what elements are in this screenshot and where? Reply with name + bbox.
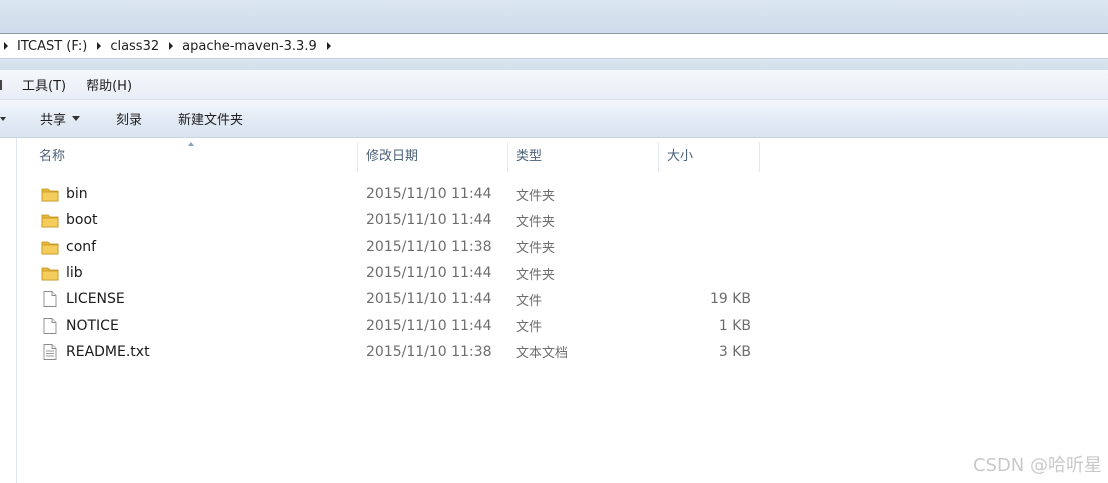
- file-date: 2015/11/10 11:44: [366, 317, 492, 334]
- column-header: 名称 修改日期 类型 大小: [17, 142, 1108, 172]
- column-type-label: 类型: [516, 149, 543, 164]
- file-type: 文件: [516, 293, 543, 309]
- new-folder-button[interactable]: 新建文件夹: [178, 109, 243, 128]
- file-name: NOTICE: [66, 317, 119, 334]
- file-date: 2015/11/10 11:44: [366, 265, 492, 282]
- file-icon: [41, 317, 59, 335]
- sort-ascending-icon: [188, 142, 194, 146]
- column-type[interactable]: 类型: [508, 142, 659, 172]
- menu-edge-marker: [0, 79, 2, 90]
- watermark: CSDN @哈听星: [972, 455, 1102, 476]
- file-row[interactable]: conf 2015/11/10 11:38 文件夹: [17, 234, 777, 260]
- file-list: bin 2015/11/10 11:44 文件夹 boot 2015/11/10 11:…: [17, 181, 777, 365]
- file-name-cell[interactable]: boot: [17, 211, 358, 229]
- command-bar: 共享 刻录 新建文件夹: [0, 100, 1108, 138]
- file-type: 文件夹: [516, 267, 556, 283]
- file-size: 3 KB: [718, 343, 751, 360]
- file-name: lib: [66, 265, 83, 282]
- column-size-label: 大小: [667, 149, 694, 164]
- file-name-cell[interactable]: bin: [17, 185, 358, 203]
- file-name-cell[interactable]: lib: [17, 264, 358, 282]
- menu-tools[interactable]: 工具(T): [22, 75, 66, 94]
- file-size: 19 KB: [709, 291, 751, 308]
- breadcrumb-current-folder[interactable]: apache-maven-3.3.9: [182, 39, 317, 54]
- file-row[interactable]: README.txt 2015/11/10 11:38 文本文档 3 KB: [17, 339, 777, 365]
- file-icon: [41, 290, 59, 308]
- breadcrumb-root-arrow-icon[interactable]: [4, 42, 8, 50]
- menu-help[interactable]: 帮助(H): [86, 75, 132, 94]
- share-button-label: 共享: [40, 113, 67, 128]
- file-name-cell[interactable]: conf: [17, 238, 358, 256]
- breadcrumb-chevron-icon[interactable]: [97, 42, 102, 50]
- file-size: 1 KB: [718, 317, 751, 334]
- breadcrumb-chevron-icon[interactable]: [169, 42, 174, 50]
- chevron-down-icon: [72, 116, 81, 121]
- file-type: 文件: [516, 320, 543, 336]
- folder-icon: [41, 185, 59, 203]
- menu-bar: 工具(T) 帮助(H): [0, 70, 1108, 100]
- file-row[interactable]: LICENSE 2015/11/10 11:44 文件 19 KB: [17, 286, 777, 312]
- file-name: boot: [66, 212, 98, 229]
- file-name-cell[interactable]: README.txt: [17, 343, 358, 361]
- window-title-strip: [0, 0, 1108, 33]
- file-row[interactable]: lib 2015/11/10 11:44 文件夹: [17, 260, 777, 286]
- address-bar[interactable]: ITCAST (F:) class32 apache-maven-3.3.9: [0, 33, 1108, 59]
- file-date: 2015/11/10 11:38: [366, 238, 492, 255]
- burn-button[interactable]: 刻录: [116, 109, 142, 128]
- file-date: 2015/11/10 11:44: [366, 186, 492, 203]
- file-name: bin: [66, 186, 88, 203]
- share-button[interactable]: 共享: [40, 109, 81, 128]
- file-name-cell[interactable]: NOTICE: [17, 317, 358, 335]
- file-name: README.txt: [66, 343, 150, 360]
- file-date: 2015/11/10 11:44: [366, 212, 492, 229]
- breadcrumb-class32[interactable]: class32: [110, 39, 159, 54]
- file-type: 文件夹: [516, 188, 556, 204]
- breadcrumb-drive[interactable]: ITCAST (F:): [17, 39, 87, 54]
- file-name: LICENSE: [66, 291, 125, 308]
- file-type: 文本文档: [516, 346, 569, 362]
- breadcrumb-chevron-icon[interactable]: [326, 42, 331, 50]
- column-name[interactable]: 名称: [17, 142, 358, 172]
- column-size[interactable]: 大小: [659, 142, 760, 172]
- file-type: 文件夹: [516, 214, 556, 230]
- file-row[interactable]: boot 2015/11/10 11:44 文件夹: [17, 207, 777, 233]
- file-row[interactable]: bin 2015/11/10 11:44 文件夹: [17, 181, 777, 207]
- file-type: 文件夹: [516, 241, 556, 257]
- column-date[interactable]: 修改日期: [358, 142, 508, 172]
- file-date: 2015/11/10 11:44: [366, 291, 492, 308]
- folder-icon: [41, 211, 59, 229]
- text-file-icon: [41, 343, 59, 361]
- file-name: conf: [66, 238, 97, 255]
- file-row[interactable]: NOTICE 2015/11/10 11:44 文件 1 KB: [17, 312, 777, 338]
- folder-icon: [41, 264, 59, 282]
- explorer-window: ITCAST (F:) class32 apache-maven-3.3.9 工…: [0, 0, 1108, 483]
- toolbar-separator: [0, 59, 1108, 70]
- column-name-label: 名称: [39, 149, 66, 164]
- column-date-label: 修改日期: [366, 149, 419, 164]
- file-date: 2015/11/10 11:38: [366, 343, 492, 360]
- file-name-cell[interactable]: LICENSE: [17, 290, 358, 308]
- command-edge-arrow-icon[interactable]: [0, 116, 6, 121]
- folder-icon: [41, 238, 59, 256]
